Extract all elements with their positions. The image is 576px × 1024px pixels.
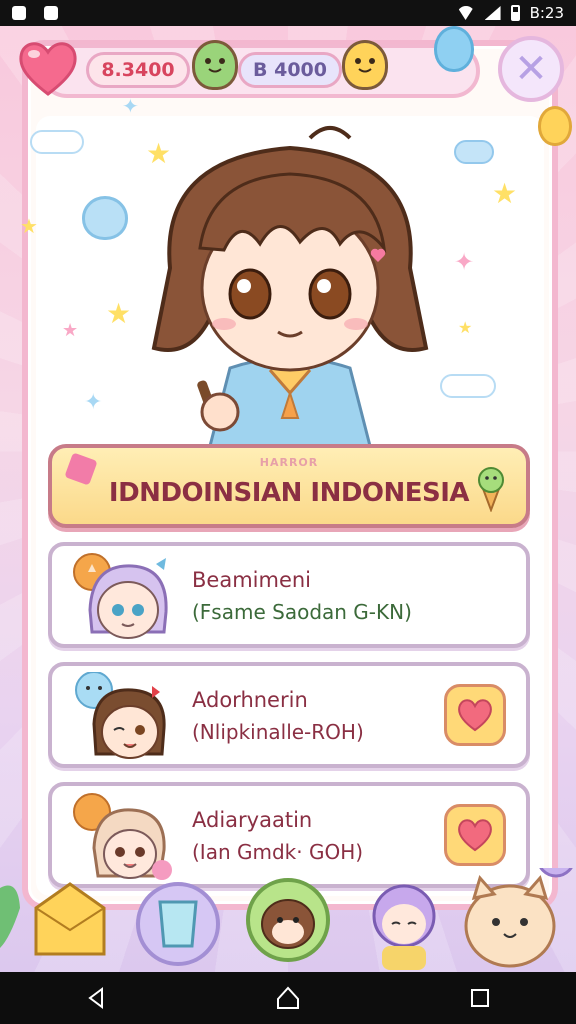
home-button[interactable] [268, 978, 308, 1018]
favorite-button[interactable] [444, 804, 506, 866]
recents-button[interactable] [460, 978, 500, 1018]
item-title: Adorhnerin [192, 688, 308, 712]
home-icon [277, 986, 299, 1009]
status-bar: B:23 [0, 0, 576, 26]
star-icon: ✦ [454, 248, 475, 276]
mascot-icon [342, 40, 388, 90]
balloon-icon [434, 26, 474, 72]
avatar [75, 672, 166, 759]
cloud-icon [30, 130, 84, 154]
star-icon: ✦ [122, 94, 139, 118]
item-subtitle: (Ian Gmdk· GOH) [192, 840, 364, 864]
navigation-bar [0, 972, 576, 1024]
close-button[interactable]: ✕ [498, 36, 564, 102]
banner-subtitle: HARROR [259, 456, 319, 469]
recents-icon [471, 989, 489, 1007]
heart-icon [458, 699, 492, 732]
item-subtitle: (Fsame Saodan G-KN) [192, 600, 412, 624]
balloon-icon [82, 196, 128, 240]
status-time: B:23 [529, 4, 564, 22]
cloud-icon [454, 140, 494, 164]
star-icon: ★ [492, 177, 518, 210]
gem-counter: B 4000 [238, 52, 342, 88]
item-title: Adiaryaatin [192, 808, 313, 832]
ice-cream-icon [478, 467, 504, 512]
wifi-icon [456, 6, 475, 20]
favorite-button[interactable] [444, 684, 506, 746]
heart-icon[interactable] [16, 36, 80, 100]
notification-icon [12, 6, 26, 20]
cloud-icon [440, 374, 496, 398]
title-banner: HARROR IDNDOINSIAN INDONESIA [48, 444, 530, 528]
star-icon: ★ [20, 214, 38, 238]
list-item[interactable]: Adorhnerin (Nlipkinalle-ROH) [48, 662, 530, 768]
star-icon: ✦ [84, 390, 103, 415]
banner-title: IDNDOINSIAN INDONESIA [108, 478, 470, 508]
signal-icon [484, 6, 501, 20]
back-icon [88, 987, 103, 1009]
battery-icon [510, 5, 520, 21]
balloon-icon [538, 106, 572, 146]
character-portrait [151, 126, 429, 446]
close-icon: ✕ [514, 46, 548, 92]
coin-counter: 8.3400 [86, 52, 190, 88]
item-subtitle: (Nlipkinalle-ROH) [192, 720, 364, 744]
star-icon: ★ [62, 320, 79, 341]
list-item[interactable]: Beamimeni (Fsame Saodan G-KN) [48, 542, 530, 648]
item-title: Beamimeni [192, 568, 312, 592]
heart-icon [458, 819, 492, 852]
star-icon: ★ [106, 297, 132, 330]
star-icon: ★ [458, 318, 473, 337]
mascot-icon [192, 40, 238, 90]
notification-icon [44, 6, 58, 20]
avatar [73, 553, 168, 639]
back-button[interactable] [76, 978, 116, 1018]
bottom-decorations [0, 868, 573, 970]
